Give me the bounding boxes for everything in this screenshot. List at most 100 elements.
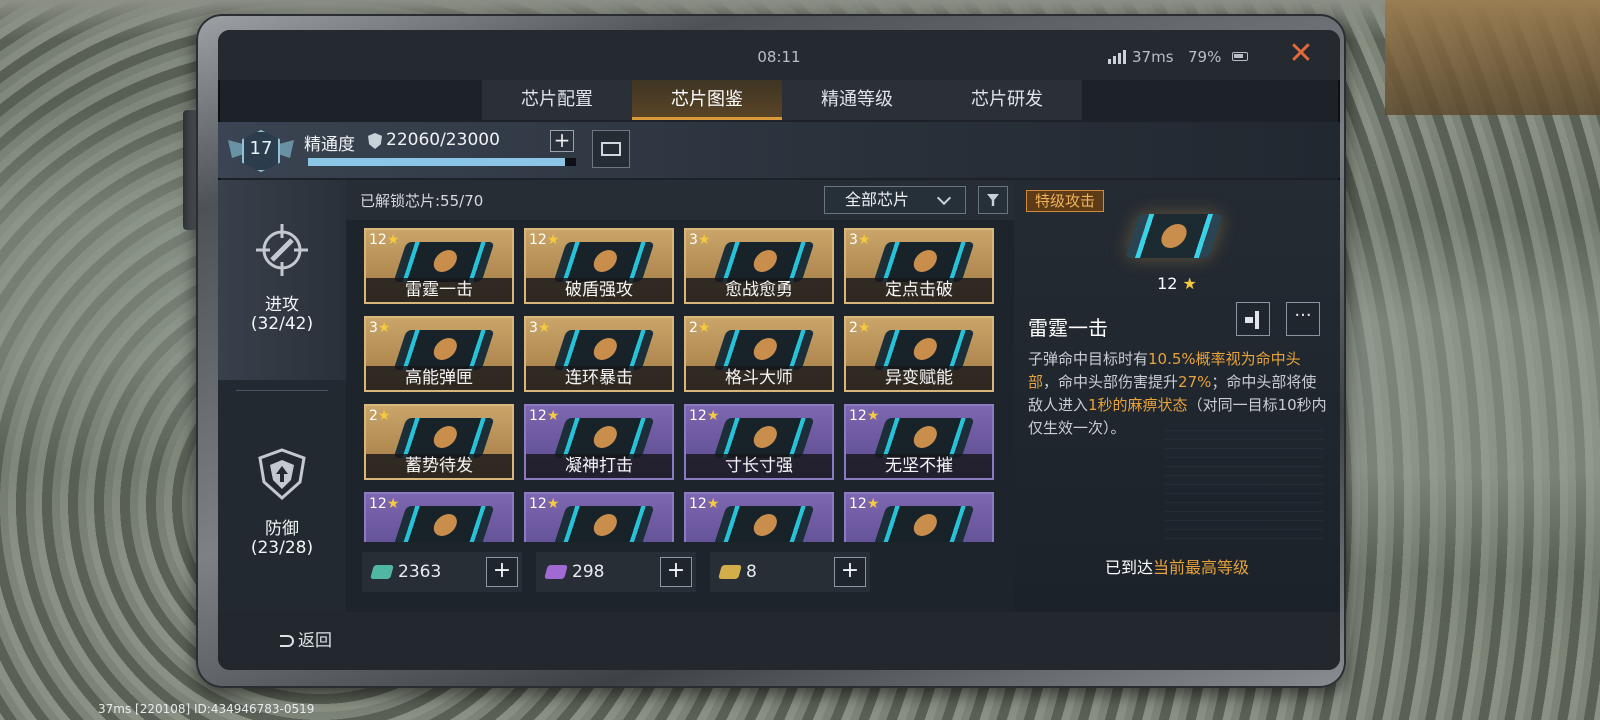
- chip-image: [713, 242, 815, 282]
- chip-image: [713, 506, 815, 542]
- chip-description: 子弹命中目标时有10.5%概率视为命中头部，命中头部伤害提升27%；命中头部将使…: [1028, 348, 1328, 440]
- chip-star-count: 2: [849, 320, 858, 336]
- chip-image: [393, 242, 495, 282]
- shield-icon: [258, 448, 306, 501]
- chip-name: 异变赋能: [846, 366, 992, 390]
- signal-icon: [1108, 50, 1126, 64]
- star-icon: ★: [697, 232, 711, 248]
- add-gold-resource-button[interactable]: +: [834, 557, 866, 587]
- close-button[interactable]: ✕: [1286, 39, 1316, 70]
- status-bar: 08:11 37ms 79% ✕: [218, 30, 1340, 80]
- background-object: [1385, 0, 1600, 115]
- return-arrow-icon: [280, 635, 294, 647]
- add-mastery-button[interactable]: +: [550, 130, 574, 152]
- add-purple-resource-button[interactable]: +: [660, 557, 692, 587]
- chip-card[interactable]: 12★: [364, 492, 514, 542]
- star-icon: ★: [386, 496, 400, 512]
- category-defense-count: (23/28): [250, 538, 314, 558]
- chip-stars: 3★: [849, 232, 870, 248]
- more-options-button[interactable]: [1286, 302, 1320, 336]
- chip-card[interactable]: 12★ 寸长寸强: [684, 404, 834, 480]
- chip-image: [393, 506, 495, 542]
- filter-button[interactable]: [978, 186, 1008, 214]
- star-icon: ★: [386, 232, 400, 248]
- chip-name: 高能弹匣: [366, 366, 512, 390]
- chip-image: [393, 418, 495, 458]
- star-icon: ★: [706, 496, 720, 512]
- star-icon: ★: [857, 232, 871, 248]
- star-icon: ★: [1182, 274, 1197, 293]
- tab-bar: 芯片配置 芯片图鉴 精通等级 芯片研发: [482, 80, 1082, 120]
- chip-star-count: 3: [529, 320, 538, 336]
- chip-card[interactable]: 2★ 格斗大师: [684, 316, 834, 392]
- chip-card[interactable]: 3★ 愈战愈勇: [684, 228, 834, 304]
- chip-star-count: 2: [689, 320, 698, 336]
- chip-card[interactable]: 12★ 破盾强攻: [524, 228, 674, 304]
- description-text: ，命中头部伤害提升: [1043, 373, 1179, 391]
- category-defense[interactable]: 防御 (23/28): [218, 390, 346, 590]
- upgrade-tree-button[interactable]: [1236, 302, 1270, 336]
- chip-card[interactable]: 2★ 蓄势待发: [364, 404, 514, 480]
- description-highlight: 27%: [1178, 373, 1212, 391]
- chip-stars: 2★: [369, 408, 390, 424]
- add-green-resource-button[interactable]: +: [486, 557, 518, 587]
- chip-stars: 12★: [849, 496, 879, 512]
- chip-name: 愈战愈勇: [686, 278, 832, 302]
- mastery-row: 17 精通度 22060/23000 +: [218, 122, 1340, 178]
- resource-purple-value: 298: [572, 562, 605, 582]
- chip-star-count: 12: [529, 408, 547, 424]
- chip-card[interactable]: 3★ 定点击破: [844, 228, 994, 304]
- chip-image: [553, 506, 655, 542]
- bottom-bar: 返回: [218, 612, 1340, 670]
- back-button[interactable]: 返回: [280, 626, 332, 651]
- resource-purple: 298 +: [536, 552, 696, 592]
- purple-chip-icon: [544, 565, 568, 579]
- chip-detail-panel: 特级攻击 12 ★ 雷霆一击 子弹命中目标时有10.5%概率视为命中头部，命中头…: [1014, 180, 1340, 612]
- decorative-grid: [1164, 430, 1324, 540]
- resource-green: 2363 +: [362, 552, 522, 592]
- star-icon: ★: [377, 408, 391, 424]
- chip-name: 寸长寸强: [686, 454, 832, 478]
- star-icon: ★: [537, 320, 551, 336]
- chip-name: 连环暴击: [526, 366, 672, 390]
- battery-text: 79%: [1188, 48, 1222, 66]
- tab-mastery-level[interactable]: 精通等级: [782, 80, 932, 120]
- chip-stars: 2★: [689, 320, 710, 336]
- tab-chip-config[interactable]: 芯片配置: [482, 80, 632, 120]
- chip-image: [553, 418, 655, 458]
- chip-stars: 12★: [529, 408, 559, 424]
- star-icon: ★: [866, 496, 880, 512]
- chip-card[interactable]: 12★: [844, 492, 994, 542]
- chip-card[interactable]: 3★ 连环暴击: [524, 316, 674, 392]
- chip-filter-value: 全部芯片: [845, 190, 910, 209]
- tab-chip-research[interactable]: 芯片研发: [932, 80, 1082, 120]
- chip-card[interactable]: 2★ 异变赋能: [844, 316, 994, 392]
- star-icon: ★: [546, 408, 560, 424]
- category-sidebar: 进攻 (32/42) 防御 (23/28): [218, 180, 346, 612]
- chip-image: [873, 242, 975, 282]
- mastery-progress-bar: [308, 158, 576, 166]
- star-icon: ★: [546, 232, 560, 248]
- chip-stars: 3★: [369, 320, 390, 336]
- chip-image: [393, 330, 495, 370]
- level-number: 17: [249, 138, 273, 159]
- chip-grid-panel: 已解锁芯片:55/70 全部芯片 12★ 雷霆一击 12★ 破盾强攻 3★ 愈战愈勇 3★ 定…: [346, 180, 1014, 612]
- description-highlight: 1秒的麻痹状态: [1088, 396, 1188, 414]
- shield-icon: [368, 133, 382, 149]
- chip-star-count: 12: [529, 232, 547, 248]
- chip-card[interactable]: 12★ 雷霆一击: [364, 228, 514, 304]
- resource-gold-value: 8: [746, 562, 757, 582]
- tab-chip-codex[interactable]: 芯片图鉴: [632, 80, 782, 120]
- resource-green-value: 2363: [398, 562, 442, 582]
- chip-card[interactable]: 12★: [684, 492, 834, 542]
- chip-card[interactable]: 12★ 无坚不摧: [844, 404, 994, 480]
- chip-stars: 3★: [689, 232, 710, 248]
- chip-filter-dropdown[interactable]: 全部芯片: [824, 186, 966, 214]
- chip-card[interactable]: 12★ 凝神打击: [524, 404, 674, 480]
- chip-card-button[interactable]: [592, 130, 630, 168]
- chip-star-count: 12: [529, 496, 547, 512]
- chip-card[interactable]: 3★ 高能弹匣: [364, 316, 514, 392]
- category-attack[interactable]: 进攻 (32/42): [218, 180, 346, 380]
- mastery-value: 22060/23000: [386, 130, 500, 150]
- chip-card[interactable]: 12★: [524, 492, 674, 542]
